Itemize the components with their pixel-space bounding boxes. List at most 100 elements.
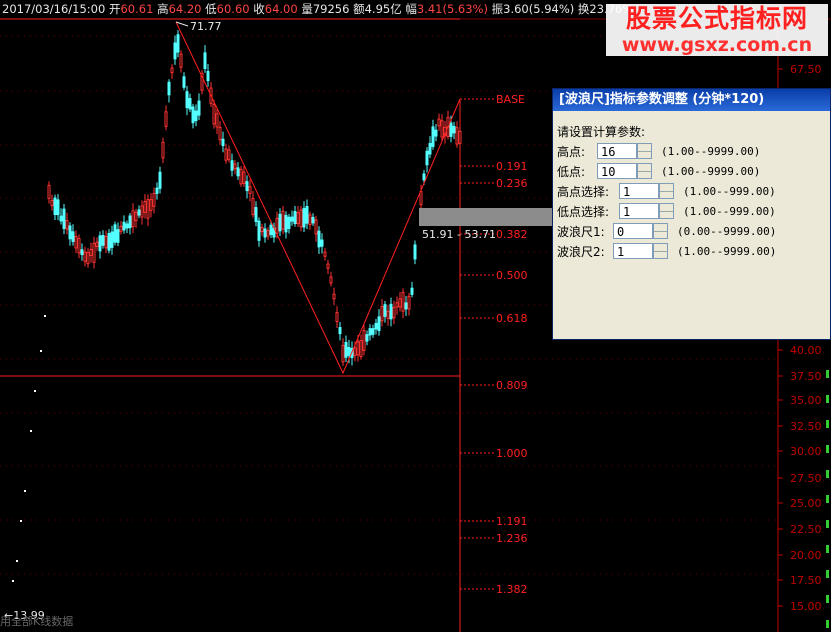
candle-body <box>149 199 153 211</box>
candle-body <box>176 34 180 53</box>
range-highlight-bar <box>419 208 552 226</box>
watermark-title: 股票公式指标网 <box>625 4 808 33</box>
low-point-input[interactable]: 10 <box>597 163 637 179</box>
candle-body <box>380 306 384 322</box>
candle-body <box>305 206 309 224</box>
high-point-input[interactable]: 16 <box>597 143 637 159</box>
low-select-input[interactable]: 1 <box>619 203 659 219</box>
param-label: 波浪尺1: <box>557 225 605 239</box>
peak-price-label: 71.77 <box>190 20 222 33</box>
wave-level-label: 0.500 <box>496 269 528 282</box>
candle-body <box>434 129 438 137</box>
candle-body <box>89 248 93 257</box>
wave-ruler1-spinner[interactable] <box>653 223 668 239</box>
candle-body <box>395 302 399 308</box>
footer-note: 用全部K线数据 <box>0 615 74 628</box>
candle-body <box>377 316 381 332</box>
axis-side-marker <box>826 620 829 628</box>
high-point-spinner[interactable] <box>637 143 652 159</box>
candle-body <box>236 167 240 177</box>
price-axis-label: 37.50 <box>790 370 822 383</box>
candle-body <box>311 216 315 224</box>
param-label: 波浪尺2: <box>557 245 605 259</box>
param-label: 低点: <box>557 165 586 179</box>
candle-body <box>347 346 351 356</box>
history-point <box>12 580 14 582</box>
dialog-title[interactable]: [波浪尺]指标参数调整 (分钟*120) <box>553 89 830 111</box>
low-value: 60.60 <box>216 2 250 16</box>
wave-level-label: 0.618 <box>496 312 528 325</box>
high-select-spinner[interactable] <box>659 183 674 199</box>
candle-body <box>386 310 390 319</box>
price-axis-label: 22.50 <box>790 523 822 536</box>
wave-level-label: 1.000 <box>496 447 528 460</box>
history-point <box>44 315 46 317</box>
candle-body <box>239 168 243 185</box>
candle-body <box>191 106 195 124</box>
amplitude-value: 3.60(5.94%) <box>503 2 575 16</box>
wave-level-label: 1.236 <box>496 532 528 545</box>
param-range: (1.00--999.00) <box>683 205 776 218</box>
candle-body <box>59 215 63 222</box>
candle-body <box>158 171 162 189</box>
candle-body <box>230 160 234 171</box>
candle-body <box>131 210 135 228</box>
candle-body <box>182 76 186 88</box>
high-select-input[interactable]: 1 <box>619 183 659 199</box>
candle-body <box>218 126 222 141</box>
wave-ruler2-input[interactable]: 1 <box>613 243 653 259</box>
candle-body <box>104 235 108 249</box>
price-axis-label: 17.50 <box>790 574 822 587</box>
candle-body <box>359 340 363 357</box>
history-point <box>40 350 42 352</box>
candle-body <box>71 231 75 242</box>
low-select-spinner[interactable] <box>659 203 674 219</box>
low-point-spinner[interactable] <box>637 163 652 179</box>
volume-value: 79256 <box>312 2 350 16</box>
candle-body <box>326 263 330 269</box>
price-axis-label: 15.00 <box>790 600 822 613</box>
amount-label: 额 <box>353 2 365 16</box>
change-label: 幅 <box>405 2 417 16</box>
dialog-prompt: 请设置计算参数: <box>557 125 646 139</box>
candle-body <box>401 291 405 312</box>
candle-body <box>404 302 408 310</box>
quote-header: 2017/03/16/15:00 开60.61 高64.20 低60.60 收6… <box>2 0 633 18</box>
param-label: 高点选择: <box>557 185 610 199</box>
price-axis-label: 20.00 <box>790 549 822 562</box>
candle-body <box>146 199 150 219</box>
candle-body <box>383 304 387 317</box>
volume-label: 量 <box>301 2 313 16</box>
candle-body <box>128 215 132 229</box>
candle-body <box>95 241 99 247</box>
candle-body <box>92 242 96 263</box>
open-label: 开 <box>108 2 121 16</box>
axis-side-marker <box>826 495 829 503</box>
wave-level-label: 0.191 <box>496 160 528 173</box>
price-axis-label: 25.00 <box>790 497 822 510</box>
candle-body <box>170 67 174 74</box>
candle-body <box>407 295 411 310</box>
candle-body <box>245 181 249 192</box>
wave-level-label: 0.382 <box>496 228 528 241</box>
candle-body <box>371 328 375 335</box>
history-point <box>30 430 32 432</box>
wave-ruler1-input[interactable]: 0 <box>613 223 653 239</box>
candle-body <box>161 141 165 159</box>
candle-body <box>83 251 87 262</box>
axis-side-marker <box>826 395 829 403</box>
price-axis-label: 27.50 <box>790 472 822 485</box>
candle-body <box>317 230 321 248</box>
candle-body <box>428 143 432 155</box>
candle-body <box>431 126 435 147</box>
parameter-dialog[interactable]: [波浪尺]指标参数调整 (分钟*120) 请设置计算参数: 高点: 16 (1.… <box>552 88 831 340</box>
candle-body <box>197 100 201 116</box>
wave-ruler2-spinner[interactable] <box>653 243 668 259</box>
candle-body <box>227 149 231 160</box>
candle-body <box>389 303 393 320</box>
candle-body <box>140 205 144 218</box>
candle-body <box>122 221 126 231</box>
candle-body <box>179 53 183 68</box>
candle-body <box>152 193 156 207</box>
candle-body <box>413 244 417 260</box>
